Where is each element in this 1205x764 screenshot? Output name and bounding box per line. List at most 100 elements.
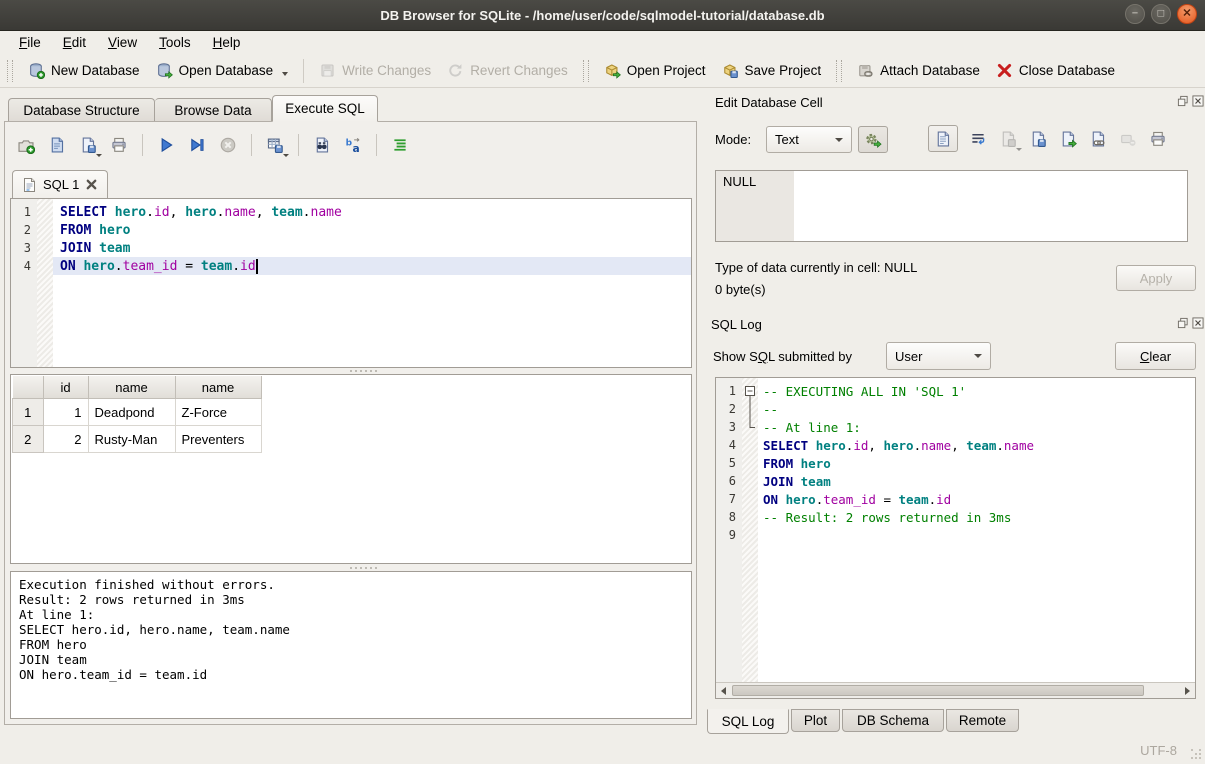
- attach-database-button[interactable]: Attach Database: [849, 58, 988, 83]
- sql-editor[interactable]: 1SELECT hero.id, hero.name, team.name2FR…: [10, 198, 692, 368]
- close-dock-icon[interactable]: [1192, 317, 1204, 329]
- mode-select[interactable]: Text: [766, 126, 852, 153]
- cell-text-area[interactable]: [794, 171, 1187, 241]
- fold-marker[interactable]: [742, 418, 758, 436]
- open-project-button[interactable]: Open Project: [596, 58, 714, 83]
- play-line-icon[interactable]: [187, 135, 207, 155]
- write-changes-icon: [319, 62, 336, 79]
- sql-log-view[interactable]: 1-- EXECUTING ALL IN 'SQL 1'2--3-- At li…: [715, 377, 1196, 699]
- close-icon: ✕: [1182, 8, 1191, 19]
- dock-tab-sql-log[interactable]: SQL Log: [707, 709, 789, 734]
- save-gray-icon[interactable]: [998, 129, 1018, 149]
- write-changes-label: Write Changes: [342, 63, 431, 78]
- line-number: 9: [716, 526, 742, 544]
- export-table-icon[interactable]: [265, 135, 285, 155]
- play-icon[interactable]: [156, 135, 176, 155]
- scrollbar-thumb[interactable]: [732, 685, 1144, 696]
- log-line-7: 7ON hero.team_id = team.id: [716, 490, 1195, 508]
- cell-0-0[interactable]: 1: [43, 399, 88, 426]
- column-header-name-2[interactable]: name: [175, 376, 261, 399]
- row-header[interactable]: 1: [13, 399, 44, 426]
- new-tab-icon[interactable]: [16, 135, 36, 155]
- save-file-icon[interactable]: [78, 135, 98, 155]
- import-icon[interactable]: [1028, 129, 1048, 149]
- open-file-icon[interactable]: [47, 135, 67, 155]
- cell-0-2[interactable]: Z-Force: [175, 399, 261, 426]
- format-icon[interactable]: [390, 135, 410, 155]
- resize-grip[interactable]: [1191, 749, 1201, 759]
- print2-icon[interactable]: [1148, 129, 1168, 149]
- menu-help[interactable]: Help: [204, 33, 250, 52]
- wrap-icon[interactable]: [968, 129, 988, 149]
- results-grid: idnamename11DeadpondZ-Force22Rusty-ManPr…: [10, 374, 692, 564]
- link-icon[interactable]: [1088, 129, 1108, 149]
- cell-value-editor[interactable]: NULL: [715, 170, 1188, 242]
- export-icon[interactable]: [1058, 129, 1078, 149]
- sql-document-tab[interactable]: SQL 1: [12, 170, 108, 198]
- tab-execute-sql[interactable]: Execute SQL: [272, 95, 378, 122]
- log-filter-select[interactable]: User: [886, 342, 991, 370]
- fold-marker[interactable]: [742, 400, 758, 418]
- code-text: -- EXECUTING ALL IN 'SQL 1': [758, 382, 1195, 400]
- chevron-down-icon[interactable]: [283, 154, 289, 157]
- close-sql-tab-icon[interactable]: [85, 178, 98, 191]
- cell-type-info: Type of data currently in cell: NULL: [715, 260, 917, 275]
- apply-button[interactable]: Apply: [1116, 265, 1196, 291]
- write-changes-button[interactable]: Write Changes: [311, 58, 439, 83]
- menu-file[interactable]: File: [10, 33, 50, 52]
- menu-view[interactable]: View: [99, 33, 146, 52]
- dock-tab-plot[interactable]: Plot: [791, 709, 840, 732]
- sql-log-dock-title-text: SQL Log: [711, 317, 762, 332]
- float-dock-icon[interactable]: [1177, 317, 1189, 329]
- replace-icon[interactable]: ba: [343, 135, 363, 155]
- cell-1-2[interactable]: Preventers: [175, 426, 261, 453]
- auto-switch-mode-button[interactable]: [858, 126, 888, 153]
- log-horizontal-scrollbar[interactable]: [716, 682, 1195, 698]
- revert-changes-icon: [447, 62, 464, 79]
- open-database-button[interactable]: Open Database: [148, 58, 297, 83]
- close-dock-icon[interactable]: [1192, 95, 1204, 107]
- fold-marker[interactable]: [742, 382, 758, 400]
- fold-marker: [742, 490, 758, 508]
- dock-tab-remote[interactable]: Remote: [946, 709, 1019, 732]
- stop-icon[interactable]: [218, 135, 238, 155]
- close-button[interactable]: ✕: [1177, 4, 1197, 24]
- row-header[interactable]: 2: [13, 426, 44, 453]
- chevron-down-icon[interactable]: [1016, 148, 1022, 151]
- print-icon[interactable]: [109, 135, 129, 155]
- column-header-id-0[interactable]: id: [43, 376, 88, 399]
- tab-database-structure[interactable]: Database Structure: [8, 98, 155, 122]
- chevron-down-icon[interactable]: [282, 72, 288, 76]
- cell-0-1[interactable]: Deadpond: [88, 399, 175, 426]
- new-database-button[interactable]: New Database: [20, 58, 148, 83]
- cell-1-1[interactable]: Rusty-Man: [88, 426, 175, 453]
- new-database-label: New Database: [51, 63, 140, 78]
- column-header-name-1[interactable]: name: [88, 376, 175, 399]
- float-dock-icon[interactable]: [1177, 95, 1189, 107]
- cell-1-0[interactable]: 2: [43, 426, 88, 453]
- maximize-button[interactable]: □: [1151, 4, 1171, 24]
- save-project-button[interactable]: Save Project: [714, 58, 830, 83]
- log-line-1: 1 -- EXECUTING ALL IN 'SQL 1': [716, 382, 1195, 400]
- chevron-down-icon[interactable]: [96, 154, 102, 157]
- null-icon[interactable]: [1118, 129, 1138, 149]
- cell-size-info: 0 byte(s): [715, 282, 766, 297]
- find-icon[interactable]: [312, 135, 332, 155]
- line-number: 1: [716, 382, 742, 400]
- tab-browse-data[interactable]: Browse Data: [155, 98, 272, 122]
- minimize-button[interactable]: −: [1125, 4, 1145, 24]
- fold-marker: [742, 508, 758, 526]
- menu-tools[interactable]: Tools: [150, 33, 200, 52]
- code-text: -- At line 1:: [758, 418, 1195, 436]
- menu-edit[interactable]: Edit: [54, 33, 95, 52]
- dock-tab-db-schema[interactable]: DB Schema: [842, 709, 944, 732]
- scroll-left-icon[interactable]: [716, 684, 731, 698]
- sql-editor-toolbar: ba: [16, 132, 410, 158]
- clear-button[interactable]: Clear: [1115, 342, 1196, 370]
- revert-changes-button[interactable]: Revert Changes: [439, 58, 576, 83]
- close-database-button[interactable]: Close Database: [988, 58, 1123, 83]
- scroll-right-icon[interactable]: [1180, 684, 1195, 698]
- toolbar-separator: [303, 59, 304, 83]
- execution-message: Execution finished without errors. Resul…: [10, 571, 692, 719]
- doc-icon-button[interactable]: [928, 125, 958, 152]
